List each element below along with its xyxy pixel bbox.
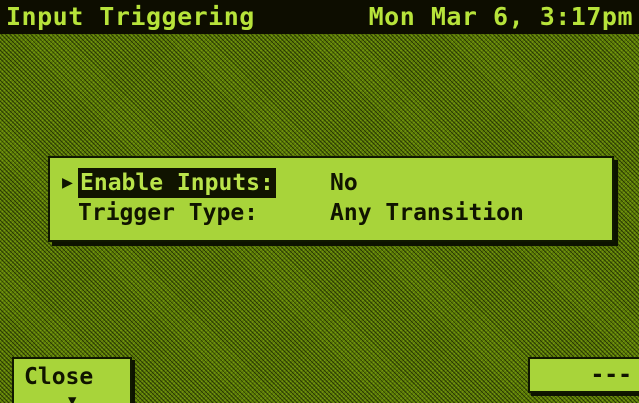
close-button-label: Close [24, 364, 94, 390]
setting-value-trigger-type: Any Transition [330, 200, 524, 226]
selection-cursor-icon: ▶ [62, 172, 73, 193]
settings-panel: ▶ Enable Inputs: No Trigger Type: Any Tr… [48, 156, 614, 242]
setting-label-trigger-type: Trigger Type: [78, 200, 259, 226]
right-softkey-label: --- [590, 362, 632, 388]
screen-title: Input Triggering [6, 2, 255, 31]
title-bar: Input Triggering Mon Mar 6, 3:17pm [0, 0, 639, 34]
arrow-down-icon: ▼ [68, 393, 77, 403]
right-softkey-button[interactable]: --- [528, 357, 639, 393]
close-button[interactable]: Close ▼ [12, 357, 132, 403]
setting-value-enable-inputs: No [330, 170, 358, 196]
lcd-screen: Input Triggering Mon Mar 6, 3:17pm ▶ Ena… [0, 0, 639, 403]
setting-label-enable-inputs: Enable Inputs: [78, 168, 276, 198]
date-time: Mon Mar 6, 3:17pm [368, 2, 633, 31]
